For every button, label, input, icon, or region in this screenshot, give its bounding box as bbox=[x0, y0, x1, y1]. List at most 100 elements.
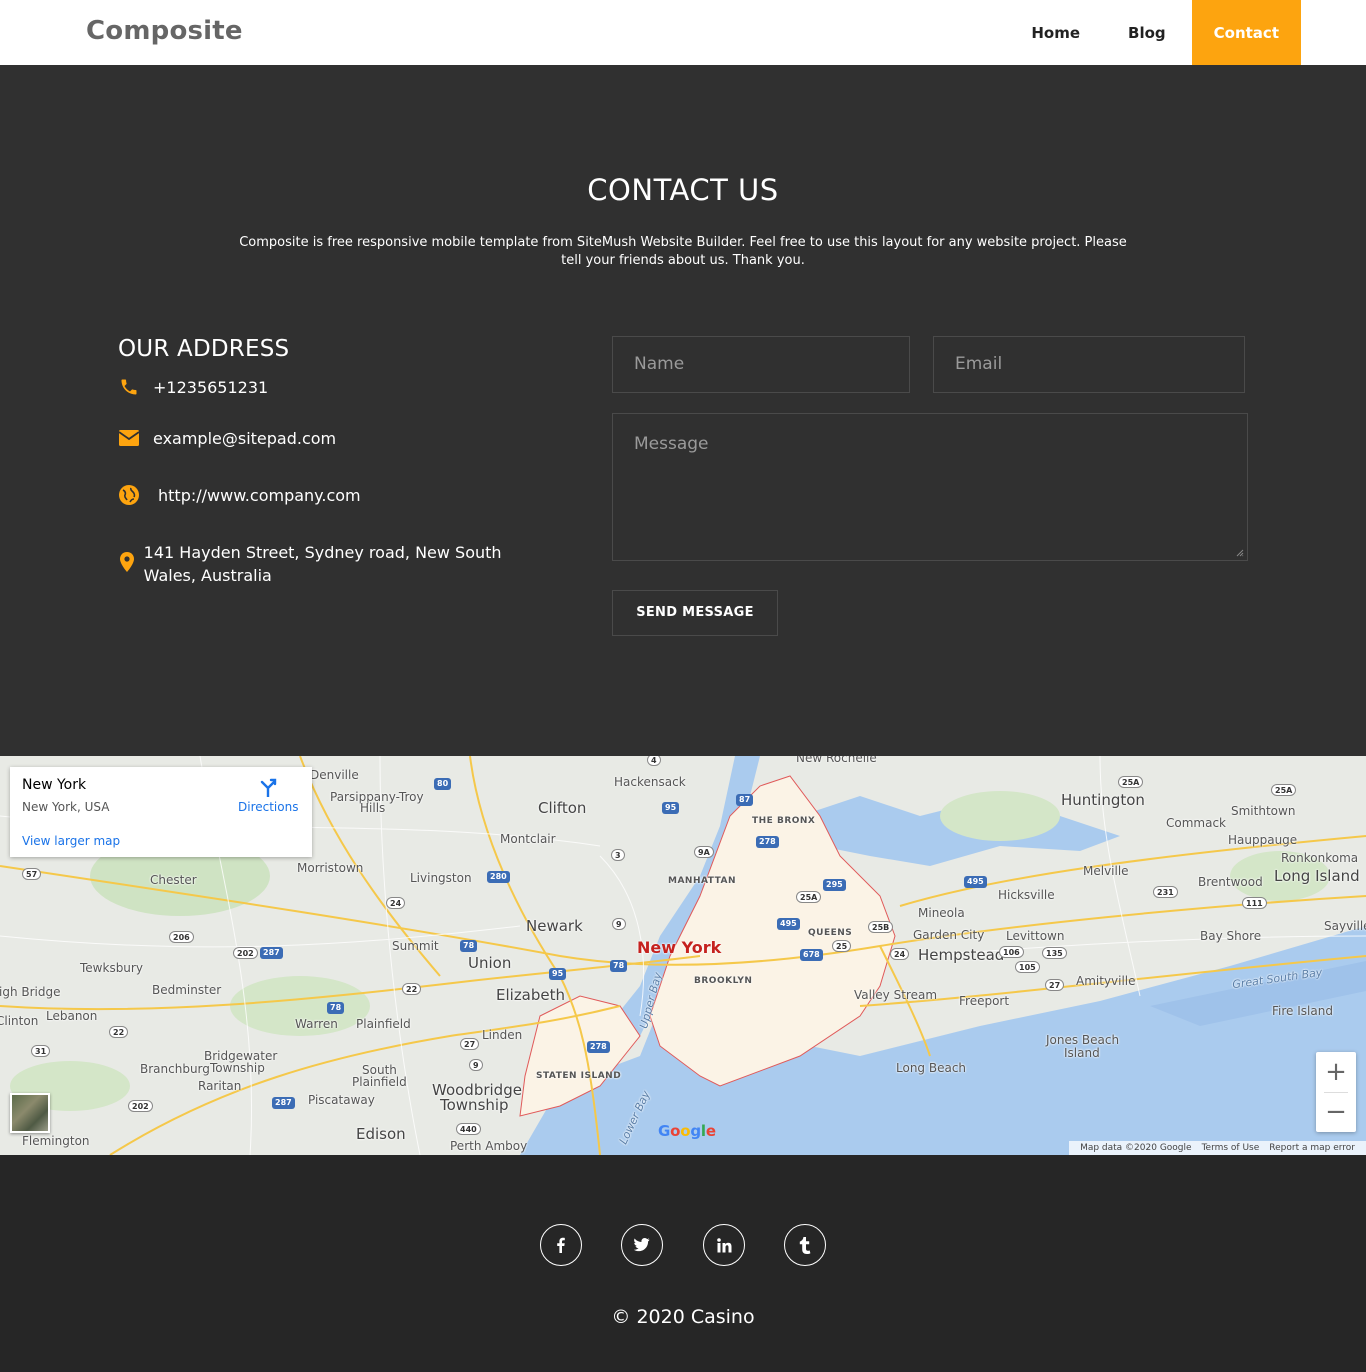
map-label: Newark bbox=[526, 917, 583, 935]
terms-link[interactable]: Terms of Use bbox=[1202, 1143, 1260, 1153]
map-label: Linden bbox=[482, 1028, 523, 1042]
map-place-address: New York, USA bbox=[22, 800, 110, 814]
map-label: Morristown bbox=[297, 861, 364, 875]
address-title: OUR ADDRESS bbox=[118, 336, 290, 362]
map-label: QUEENS bbox=[808, 928, 853, 938]
route-shield: 295 bbox=[823, 879, 846, 891]
email-text[interactable]: example@sitepad.com bbox=[153, 427, 336, 450]
address-phone: +1235651231 bbox=[118, 376, 268, 399]
message-placeholder: Message bbox=[634, 434, 709, 454]
linkedin-button[interactable] bbox=[703, 1224, 745, 1266]
route-shield: 495 bbox=[777, 918, 800, 930]
nav-blog[interactable]: Blog bbox=[1106, 0, 1188, 65]
twitter-icon bbox=[634, 1238, 650, 1252]
envelope-icon bbox=[118, 427, 140, 449]
tumblr-button[interactable] bbox=[784, 1224, 826, 1266]
map-label: Island bbox=[1064, 1046, 1100, 1060]
facebook-button[interactable] bbox=[540, 1224, 582, 1266]
nav-contact[interactable]: Contact bbox=[1191, 0, 1301, 65]
nav-home[interactable]: Home bbox=[1009, 0, 1102, 65]
email-field[interactable]: Email bbox=[933, 336, 1245, 393]
route-shield: 4 bbox=[647, 756, 661, 766]
map-label: Ronkonkoma bbox=[1281, 851, 1359, 865]
zoom-in-button[interactable]: + bbox=[1316, 1052, 1356, 1092]
phone-text[interactable]: +1235651231 bbox=[153, 376, 268, 399]
route-shield: 22 bbox=[402, 983, 422, 995]
route-shield: 25B bbox=[868, 921, 894, 933]
map-label: Edison bbox=[356, 1125, 406, 1143]
report-error-link[interactable]: Report a map error bbox=[1269, 1143, 1355, 1153]
tumblr-icon bbox=[799, 1236, 811, 1254]
website-text[interactable]: http://www.company.com bbox=[158, 484, 361, 507]
map-label: Flemington bbox=[22, 1134, 90, 1148]
map-data-credit: Map data ©2020 Google bbox=[1080, 1143, 1192, 1153]
map-label: Elizabeth bbox=[496, 986, 566, 1004]
zoom-divider bbox=[1324, 1092, 1348, 1093]
route-shield: 678 bbox=[800, 949, 823, 961]
map-label: Township bbox=[210, 1061, 265, 1075]
route-shield: 25A bbox=[796, 891, 822, 903]
map-label: Long Island bbox=[1274, 867, 1360, 885]
route-shield: 78 bbox=[610, 960, 628, 972]
map-label: Piscataway bbox=[308, 1093, 375, 1107]
map-label: Plainfield bbox=[356, 1017, 411, 1031]
map-label: Tewksbury bbox=[80, 961, 143, 975]
copyright: © 2020 Casino bbox=[611, 1306, 755, 1328]
map-label: Summit bbox=[392, 939, 439, 953]
map-place-title: New York bbox=[22, 777, 87, 793]
map-label: Sayville bbox=[1324, 919, 1366, 933]
map-label: Freeport bbox=[959, 994, 1010, 1008]
route-shield: 278 bbox=[756, 836, 779, 848]
twitter-button[interactable] bbox=[621, 1224, 663, 1266]
map-label: Brentwood bbox=[1198, 875, 1263, 889]
map-label: Hempstead bbox=[918, 946, 1005, 964]
map-label: Levittown bbox=[1006, 929, 1065, 943]
route-shield: 105 bbox=[1015, 961, 1040, 973]
address-street: 141 Hayden Street, Sydney road, New Sout… bbox=[118, 541, 538, 587]
directions-button[interactable]: Directions bbox=[238, 777, 298, 814]
route-shield: 206 bbox=[169, 931, 194, 943]
route-shield: 231 bbox=[1153, 886, 1178, 898]
map-label: Valley Stream bbox=[854, 988, 938, 1002]
contact-title: CONTACT US bbox=[587, 173, 779, 207]
map-label: New Rochelle bbox=[796, 756, 877, 765]
route-shield: 25 bbox=[832, 940, 852, 952]
map-label: High Bridge bbox=[0, 985, 61, 999]
address-website: http://www.company.com bbox=[118, 484, 361, 507]
message-field[interactable]: Message bbox=[612, 413, 1248, 561]
contact-section: CONTACT US Composite is free responsive … bbox=[0, 65, 1366, 756]
route-shield: 440 bbox=[456, 1123, 481, 1135]
route-shield: 202 bbox=[233, 947, 258, 959]
route-shield: 95 bbox=[549, 968, 567, 980]
route-shield: 3 bbox=[611, 849, 625, 861]
map-label: Raritan bbox=[198, 1079, 242, 1093]
map-label: BROOKLYN bbox=[694, 976, 753, 986]
view-larger-map-link[interactable]: View larger map bbox=[22, 834, 120, 848]
route-shield: 27 bbox=[460, 1038, 480, 1050]
map-label: MANHATTAN bbox=[668, 876, 737, 886]
map-label: Plainfield bbox=[352, 1075, 407, 1089]
satellite-toggle[interactable] bbox=[10, 1093, 50, 1133]
name-field[interactable]: Name bbox=[612, 336, 910, 393]
map-label: Jones Beach bbox=[1046, 1033, 1120, 1047]
facebook-icon bbox=[557, 1237, 565, 1253]
route-shield: 135 bbox=[1042, 947, 1067, 959]
brand-logo[interactable]: Composite bbox=[86, 16, 243, 46]
map-label: Denville bbox=[310, 768, 359, 782]
resize-grip-icon[interactable] bbox=[1236, 549, 1244, 557]
send-message-button[interactable]: SEND MESSAGE bbox=[612, 590, 778, 636]
google-logo: Google bbox=[658, 1122, 716, 1140]
main-nav: Home Blog Contact bbox=[1005, 0, 1301, 65]
map-label: Mineola bbox=[918, 906, 965, 920]
route-shield: 9 bbox=[469, 1059, 483, 1071]
zoom-out-button[interactable]: − bbox=[1316, 1092, 1356, 1132]
map-label: Smithtown bbox=[1231, 804, 1296, 818]
map-info-card: New York New York, USA View larger map D… bbox=[10, 767, 312, 857]
linkedin-icon bbox=[716, 1237, 731, 1252]
map-label: Long Beach bbox=[896, 1061, 967, 1075]
route-shield: 495 bbox=[964, 876, 987, 888]
map-label: Hicksville bbox=[998, 888, 1055, 902]
google-map[interactable]: Denville Parsippany-Troy Hills Hackensac… bbox=[0, 756, 1366, 1155]
map-label-new-york: New York bbox=[637, 938, 722, 957]
route-shield: 25A bbox=[1118, 776, 1144, 788]
